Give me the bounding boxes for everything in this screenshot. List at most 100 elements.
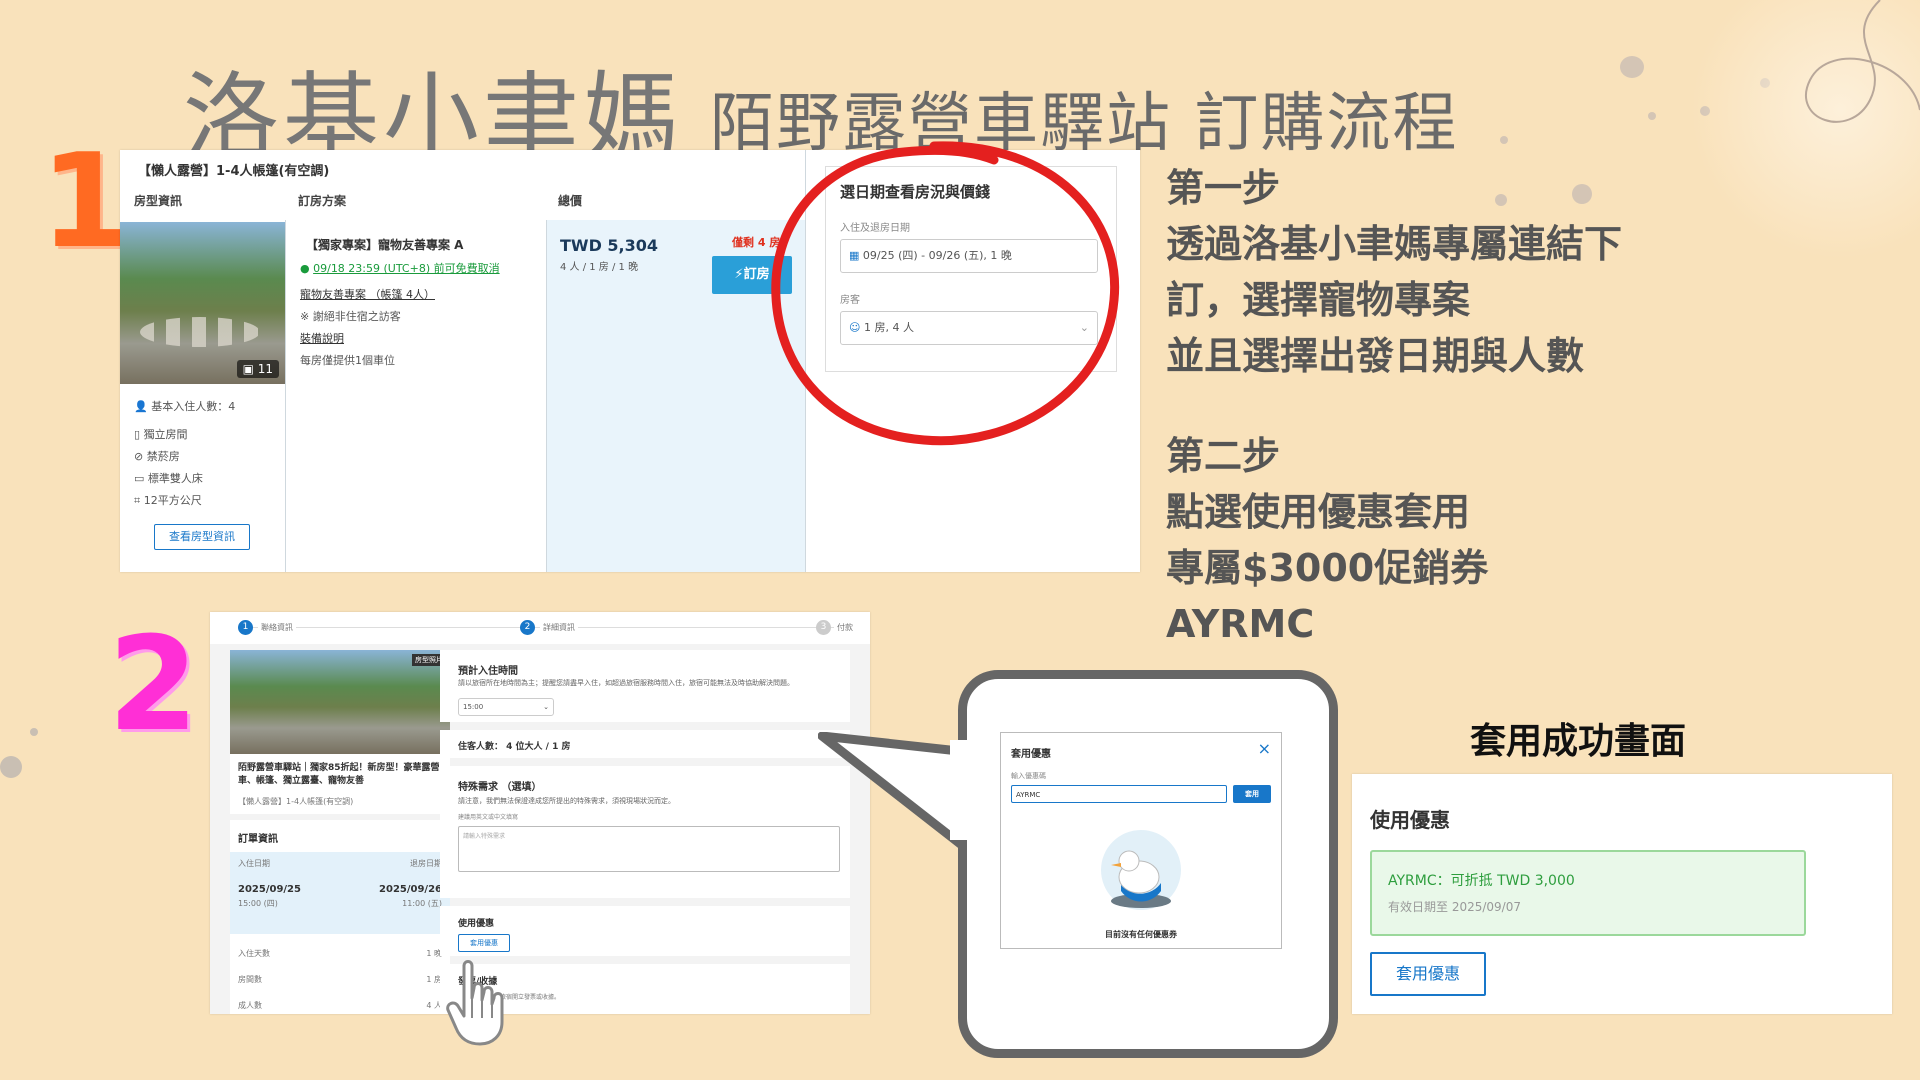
- step1-description: 第一步 透過洛基小聿媽專屬連結下 訂，選擇寵物專案 並且選擇出發日期與人數: [1166, 160, 1622, 384]
- hand-cursor-icon: [446, 960, 504, 1046]
- step1-line: 並且選擇出發日期與人數: [1166, 334, 1585, 378]
- step-label: 聯絡資訊: [258, 622, 296, 633]
- hotel-summary-card: 房型照片 陌野露營車驛站｜獨家85折起！新房型！豪華露營車、帳篷、獨立露臺、寵物…: [230, 650, 450, 814]
- decor-dot: [1500, 136, 1508, 144]
- step1-title: 第一步: [1166, 166, 1281, 210]
- special-request-input[interactable]: 請輸入特殊需求: [458, 826, 840, 872]
- close-icon[interactable]: ×: [1258, 739, 1271, 758]
- success-panel: 使用優惠 AYRMC：可折抵 TWD 3,000 有效日期至 2025/09/0…: [1352, 774, 1892, 1014]
- empty-coupon-illustration: [1101, 830, 1181, 910]
- coupon-expiry: 有效日期至 2025/09/07: [1388, 900, 1521, 914]
- success-heading: 套用成功畫面: [1470, 721, 1687, 762]
- applied-coupon-text: AYRMC：可折抵 TWD 3,000: [1388, 873, 1575, 889]
- free-cancel-note[interactable]: ● 09/18 23:59 (UTC+8) 前可免費取消: [300, 260, 500, 276]
- guest-count-card: 住客人數： 4 位大人 / 1 房: [440, 730, 850, 758]
- plan-detail-link[interactable]: 寵物友善專案 （帳篷 4人）: [300, 286, 435, 302]
- arrival-title: 預計入住時間: [458, 666, 518, 677]
- checkin-label: 入住日期: [238, 859, 270, 868]
- total-price: TWD 5,304: [560, 236, 659, 255]
- view-room-button[interactable]: 查看房型資訊: [154, 524, 250, 550]
- decor-dot: [0, 756, 22, 778]
- col-total-header: 總價: [558, 194, 583, 208]
- decor-dot: [1620, 56, 1644, 78]
- order-row-label: 入住天數: [238, 949, 270, 958]
- success-apply-coupon-button[interactable]: 套用優惠: [1370, 952, 1486, 996]
- chevron-down-icon: ⌄: [543, 703, 549, 711]
- guest-count: 住客人數： 4 位大人 / 1 房: [458, 742, 571, 752]
- no-visitor-note: ※ 謝絕非住宿之訪客: [300, 310, 401, 323]
- order-info-card: 訂單資訊 入住日期 退房日期 2025/09/25 15:00 (四) 2025…: [230, 820, 450, 1014]
- coupon-code-input[interactable]: AYRMC: [1011, 785, 1227, 803]
- order-row-label: 房間數: [238, 975, 262, 984]
- apply-coupon-button[interactable]: 套用優惠: [458, 934, 510, 952]
- special-title: 特殊需求 （選填）: [458, 782, 542, 793]
- step-label: 付款: [834, 622, 856, 633]
- highlight-circle: [771, 141, 1120, 446]
- checkout-date: 2025/09/26: [379, 884, 442, 895]
- col-room-header: 房型資訊: [134, 194, 183, 208]
- step2-line: 專屬$3000促銷券: [1166, 546, 1489, 590]
- decor-dot: [30, 728, 38, 736]
- col-plan-header: 訂房方案: [298, 194, 347, 208]
- coupon-card: 使用優惠 套用優惠: [440, 906, 850, 956]
- area-icon: ⌗: [134, 494, 144, 507]
- step2-line: AYRMC: [1166, 602, 1315, 646]
- check-icon: ●: [300, 262, 314, 275]
- step1-line: 訂，選擇寵物專案: [1166, 278, 1471, 322]
- step-indicator: 2: [520, 620, 535, 635]
- arrival-note: 請以旅宿所在地時間為主；提醒您請盡早入住，如超過旅宿服務時間入住，旅宿可能無法及…: [458, 679, 794, 687]
- parking-note: 每房僅提供1個車位: [300, 354, 395, 367]
- checkin-time: 15:00 (四): [238, 899, 278, 908]
- step2-line: 點選使用優惠套用: [1166, 490, 1471, 534]
- room-name: 【懶人露營】1-4人帳篷(有空調): [238, 797, 354, 806]
- special-hint: 建議用英文或中文填寫: [458, 814, 519, 821]
- no-smoking-icon: ⊘: [134, 450, 147, 463]
- bed-icon: ▭: [134, 472, 148, 485]
- person-icon: 👤: [134, 400, 152, 413]
- photo-count-badge: ▣ 11: [236, 360, 279, 378]
- image-icon: ▣: [242, 362, 258, 376]
- special-request-card: 特殊需求 （選填） 請注意，我們無法保證達成您所提出的特殊需求，須視現場狀況而定…: [440, 766, 850, 898]
- coupon-input-label: 輸入優惠碼: [1011, 772, 1046, 780]
- step-indicator: 1: [238, 620, 253, 635]
- decor-dot: [1648, 112, 1656, 120]
- feature-size: ⌗ 12平方公尺: [134, 494, 202, 507]
- step2-title: 第二步: [1166, 434, 1281, 478]
- hotel-name: 陌野露營車驛站｜獨家85折起！新房型！豪華露營車、帳篷、獨立露臺、寵物友善: [238, 763, 440, 786]
- arrival-time-card: 預計入住時間 請以旅宿所在地時間為主；提醒您請盡早入住，如超過旅宿服務時間入住，…: [440, 650, 850, 722]
- asterisk-icon: ※: [300, 310, 313, 323]
- order-row-label: 成人數: [238, 1001, 262, 1010]
- special-note: 請注意，我們無法保證達成您所提出的特殊需求，須視現場狀況而定。: [458, 797, 675, 805]
- lightning-icon: ⚡: [734, 267, 744, 282]
- coupon-dialog: 套用優惠 × 輸入優惠碼 AYRMC 套用 目前沒有任何優惠券: [1000, 732, 1282, 949]
- plan-name: 【獨家專案】寵物友善專案 A: [306, 238, 464, 252]
- equipment-link[interactable]: 裝備說明: [300, 330, 344, 346]
- checkout-progress: 1 聯絡資訊 2 詳細資訊 3 付款: [210, 612, 870, 644]
- arrival-time-select[interactable]: 15:00 ⌄: [458, 698, 554, 716]
- checkout-panel: 1 聯絡資訊 2 詳細資訊 3 付款 房型照片 陌野露營車驛站｜獨家85折起！新…: [210, 612, 870, 1014]
- step-label: 詳細資訊: [540, 622, 578, 633]
- checkout-label: 退房日期: [410, 859, 442, 868]
- empty-coupon-text: 目前沒有任何優惠券: [1105, 930, 1177, 939]
- room-title: 【懶人露營】1-4人帳篷(有空調): [138, 164, 330, 179]
- decor-scribble: [1805, 0, 1920, 123]
- checkin-date: 2025/09/25: [238, 884, 301, 895]
- feature-nosmoking: ⊘ 禁菸房: [134, 450, 180, 463]
- coupon-title: 使用優惠: [458, 919, 495, 929]
- hotel-photo[interactable]: 房型照片: [230, 650, 450, 754]
- feature-bed: ▭ 標準雙人床: [134, 472, 203, 485]
- checkout-time: 11:00 (五): [402, 899, 442, 908]
- step2-description: 第二步 點選使用優惠套用 專屬$3000促銷券 AYRMC: [1166, 428, 1488, 652]
- price-note: 4 人 / 1 房 / 1 晚: [560, 262, 639, 273]
- door-icon: ▯: [134, 428, 144, 441]
- feature-room: ▯ 獨立房間: [134, 428, 188, 441]
- step2-marker: 2: [108, 608, 199, 760]
- dialog-title: 套用優惠: [1011, 749, 1051, 760]
- coupon-apply-button[interactable]: 套用: [1233, 785, 1271, 803]
- step1-line: 透過洛基小聿媽專屬連結下: [1166, 222, 1623, 266]
- order-info-title: 訂單資訊: [238, 834, 278, 845]
- room-photo[interactable]: ▣ 11: [120, 222, 285, 384]
- step1-marker: 1: [40, 125, 131, 277]
- success-panel-title: 使用優惠: [1370, 808, 1450, 832]
- step-indicator: 3: [816, 620, 831, 635]
